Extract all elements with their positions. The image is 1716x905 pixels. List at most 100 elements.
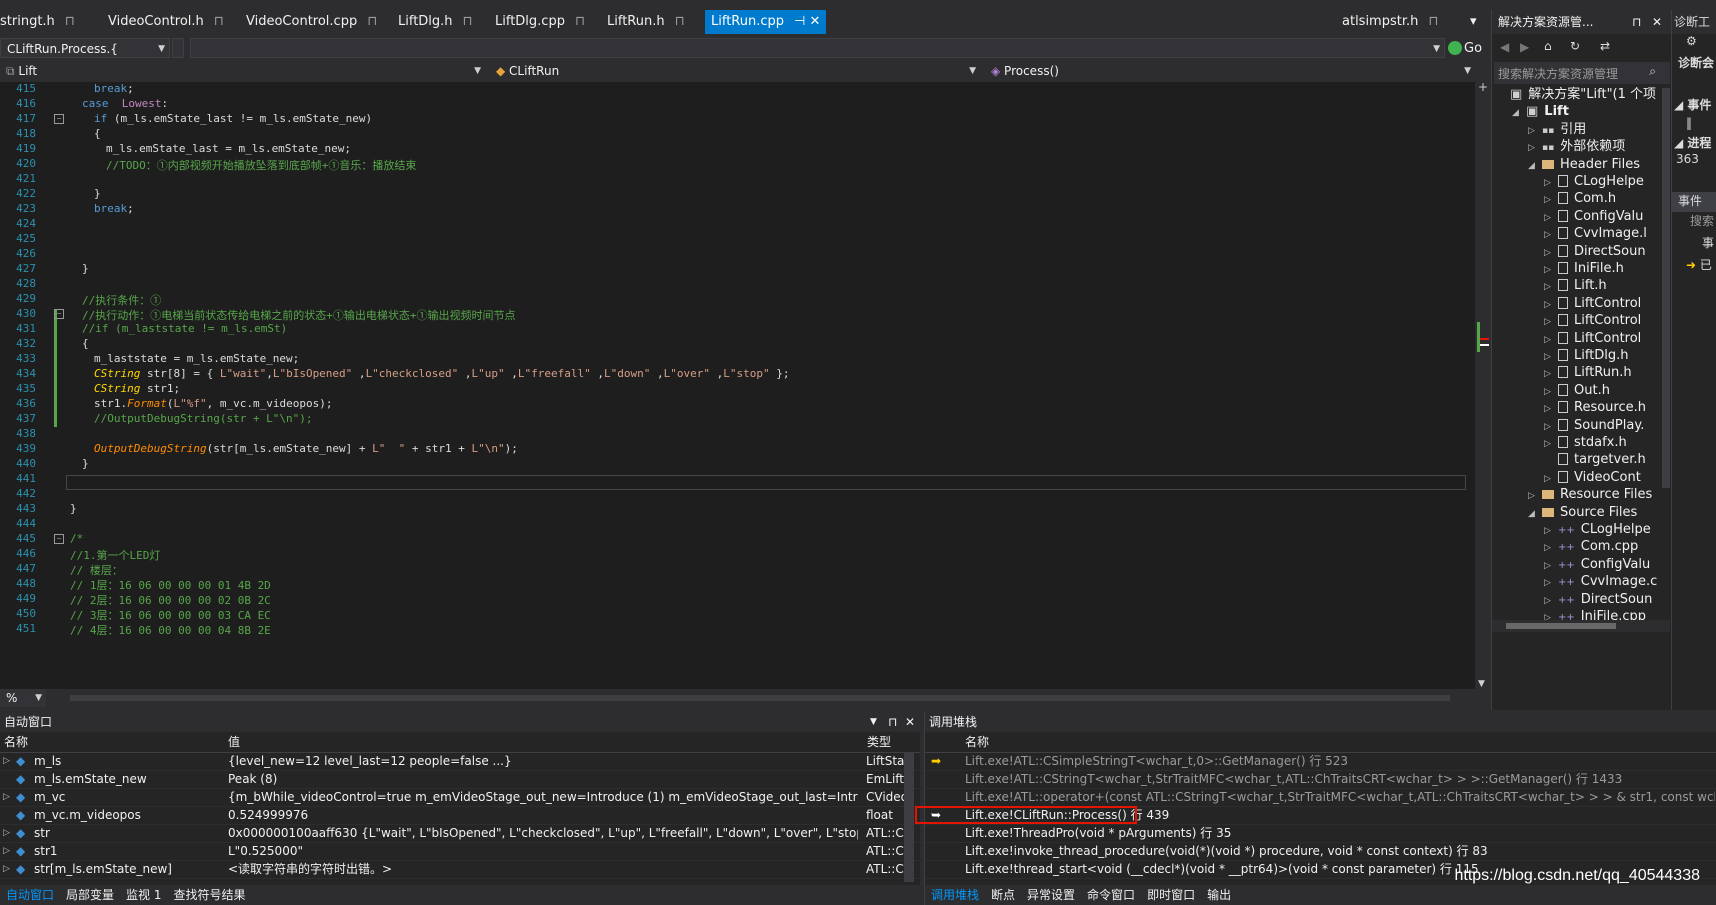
zoom-combo[interactable]: % ▼ bbox=[0, 689, 46, 707]
tree-item[interactable]: ▷ Com.h bbox=[1544, 190, 1616, 208]
close-icon[interactable]: ✕ bbox=[1652, 10, 1662, 34]
collapsed-arrow-icon[interactable]: ▷ bbox=[1544, 435, 1558, 453]
tree-item[interactable]: ▷ CvvImage.l bbox=[1544, 225, 1647, 243]
autos-tab[interactable]: 监视 1 bbox=[120, 885, 167, 905]
dropdown-icon[interactable]: ▼ bbox=[870, 712, 877, 732]
tree-item[interactable]: ▷ ▪▪ 引用 bbox=[1528, 121, 1586, 139]
collapse-icon[interactable]: − bbox=[54, 534, 64, 544]
tree-item[interactable]: ▷ DirectSoun bbox=[1544, 243, 1646, 261]
expanded-arrow-icon[interactable]: ◢ bbox=[1528, 505, 1542, 523]
callstack-tab[interactable]: 异常设置 bbox=[1021, 885, 1081, 905]
gear-icon[interactable]: ⚙ bbox=[1672, 34, 1716, 54]
collapse-icon[interactable]: − bbox=[54, 114, 64, 124]
expand-icon[interactable]: ▷ bbox=[3, 843, 10, 860]
forward-icon[interactable]: ▶ bbox=[1520, 40, 1529, 54]
tab-atlsimpstr-h[interactable]: atlsimpstr.h ⊓ bbox=[1342, 10, 1439, 34]
expand-icon[interactable]: ▷ bbox=[3, 789, 10, 806]
autos-scrollbar[interactable] bbox=[904, 752, 914, 882]
tree-vertical-scrollbar[interactable] bbox=[1662, 88, 1670, 488]
collapsed-arrow-icon[interactable]: ▷ bbox=[1544, 296, 1558, 314]
tree-item[interactable]: ▷ Resource.h bbox=[1544, 399, 1646, 417]
collapsed-arrow-icon[interactable]: ▷ bbox=[1544, 226, 1558, 244]
tree-item[interactable]: ◢ Header Files bbox=[1528, 156, 1640, 174]
tree-item[interactable]: ▷ ++ DirectSoun bbox=[1544, 591, 1652, 609]
expand-icon[interactable]: ▷ bbox=[3, 825, 10, 842]
expanded-arrow-icon[interactable]: ◢ bbox=[1512, 104, 1526, 122]
tree-item[interactable]: ▷ Out.h bbox=[1544, 382, 1610, 400]
collapsed-arrow-icon[interactable]: ▷ bbox=[1544, 261, 1558, 279]
collapsed-arrow-icon[interactable]: ▷ bbox=[1544, 400, 1558, 418]
collapsed-arrow-icon[interactable]: ▷ bbox=[1544, 383, 1558, 401]
pin-icon[interactable]: ⊓ bbox=[1428, 14, 1438, 29]
tree-item[interactable]: ▷ Lift.h bbox=[1544, 277, 1607, 295]
expand-icon[interactable]: ▷ bbox=[3, 861, 10, 878]
tree-item[interactable]: ▷ ++ CvvImage.c bbox=[1544, 573, 1657, 591]
callstack-row[interactable]: ➡ Lift.exe!ATL::CSimpleStringT<wchar_t,0>… bbox=[925, 753, 1716, 771]
autos-row[interactable]: ▷ ◆ m_ls {level_new=12 level_last=12 people… bbox=[0, 753, 920, 771]
tab-list-dropdown-icon[interactable]: ▾ bbox=[1470, 10, 1477, 34]
tree-item[interactable]: ▷ LiftDlg.h bbox=[1544, 347, 1629, 365]
collapsed-arrow-icon[interactable]: ▷ bbox=[1544, 348, 1558, 366]
collapsed-arrow-icon[interactable]: ▷ bbox=[1544, 191, 1558, 209]
callstack-row[interactable]: Lift.exe!ATL::CStringT<wchar_t,StrTraitM… bbox=[925, 771, 1716, 789]
tree-horizontal-scrollbar[interactable] bbox=[1492, 620, 1670, 632]
pin-icon[interactable]: ⊓ bbox=[65, 14, 75, 29]
tree-item[interactable]: ◢ ▣ Lift bbox=[1512, 103, 1569, 121]
callstack-tab[interactable]: 输出 bbox=[1201, 885, 1237, 905]
editor-vertical-scrollbar[interactable]: + ▼ bbox=[1475, 81, 1491, 689]
tab-videocontrol-h[interactable]: VideoControl.h ⊓ bbox=[108, 10, 224, 34]
tab-videocontrol-cpp[interactable]: VideoControl.cpp ⊓ bbox=[246, 10, 377, 34]
tree-item[interactable]: ▷ Resource Files bbox=[1528, 486, 1652, 504]
callstack-tab[interactable]: 即时窗口 bbox=[1141, 885, 1201, 905]
autos-tab[interactable]: 查找符号结果 bbox=[167, 885, 251, 905]
collapsed-arrow-icon[interactable]: ▷ bbox=[1544, 278, 1558, 296]
expand-icon[interactable]: ▷ bbox=[3, 753, 10, 770]
tab-liftrun-cpp[interactable]: LiftRun.cpp ⊣ ✕ bbox=[705, 10, 827, 34]
tree-item[interactable]: ▷ ▪▪ 外部依赖项 bbox=[1528, 138, 1625, 156]
collapsed-arrow-icon[interactable]: ▷ bbox=[1544, 174, 1558, 192]
history-icon[interactable]: ↻ bbox=[1570, 39, 1580, 53]
close-icon[interactable]: ✕ bbox=[905, 712, 915, 732]
home-icon[interactable]: ⌂ bbox=[1544, 39, 1552, 53]
autos-row[interactable]: ▷ ◆ str[m_ls.emState_new] <读取字符串的字符时出错。> ATL… bbox=[0, 861, 920, 879]
collapsed-arrow-icon[interactable]: ▷ bbox=[1544, 209, 1558, 227]
collapsed-arrow-icon[interactable]: ▷ bbox=[1544, 557, 1558, 575]
collapsed-arrow-icon[interactable]: ▷ bbox=[1544, 470, 1558, 488]
tree-item[interactable]: ▣ 解决方案"Lift"(1 个项 bbox=[1496, 86, 1656, 104]
pin-icon[interactable]: ⊓ bbox=[675, 14, 685, 29]
expanded-arrow-icon[interactable]: ◢ bbox=[1528, 157, 1542, 175]
tree-item[interactable]: targetver.h bbox=[1544, 451, 1646, 469]
project-combo[interactable]: ⧉ Lift ▼ bbox=[0, 61, 485, 81]
collapsed-arrow-icon[interactable]: ▷ bbox=[1544, 331, 1558, 349]
code-editor[interactable]: 415 break; 416 case Lowest: 417 if (m_ls.emSt… bbox=[0, 82, 1475, 689]
collapsed-arrow-icon[interactable]: ▷ bbox=[1528, 139, 1542, 157]
callstack-row[interactable]: Lift.exe!ATL::operator+(const ATL::CStri… bbox=[925, 789, 1716, 807]
collapsed-arrow-icon[interactable]: ▷ bbox=[1544, 592, 1558, 610]
tree-item[interactable]: ▷ stdafx.h bbox=[1544, 434, 1627, 452]
method-combo[interactable]: ◈ Process() ▼ bbox=[985, 61, 1475, 81]
class-combo[interactable]: ◆ CLiftRun ▼ bbox=[490, 61, 980, 81]
collapsed-arrow-icon[interactable]: ▷ bbox=[1544, 365, 1558, 383]
collapse-icon[interactable]: − bbox=[54, 309, 64, 319]
pin-icon[interactable]: ⊓ bbox=[463, 14, 473, 29]
pin-icon[interactable]: ⊓ bbox=[575, 14, 585, 29]
collapsed-arrow-icon[interactable]: ▷ bbox=[1544, 574, 1558, 592]
tree-item[interactable]: ▷ CLogHelpe bbox=[1544, 173, 1644, 191]
horizontal-scrollbar[interactable] bbox=[70, 695, 1450, 701]
pin-icon[interactable]: ⊓ bbox=[214, 14, 224, 29]
autos-row[interactable]: ▷ ◆ m_vc {m_bWhile_videoControl=true m_emVi… bbox=[0, 789, 920, 807]
collapsed-arrow-icon[interactable]: ▷ bbox=[1528, 487, 1542, 505]
tree-item[interactable]: ▷ ++ ConfigValu bbox=[1544, 556, 1650, 574]
close-icon[interactable]: ⊣ ✕ bbox=[794, 14, 820, 29]
tree-item[interactable]: ▷ SoundPlay. bbox=[1544, 417, 1644, 435]
callstack-row[interactable]: Lift.exe!invoke_thread_procedure(void(*)… bbox=[925, 843, 1716, 861]
callstack-tab[interactable]: 断点 bbox=[985, 885, 1021, 905]
collapsed-arrow-icon[interactable]: ▷ bbox=[1544, 418, 1558, 436]
autos-row[interactable]: ◆ m_vc.m_videopos 0.524999976 float bbox=[0, 807, 920, 825]
collapsed-arrow-icon[interactable]: ▷ bbox=[1544, 539, 1558, 557]
go-button[interactable]: Go bbox=[1448, 38, 1482, 58]
collapsed-arrow-icon[interactable]: ▷ bbox=[1544, 522, 1558, 540]
tab-liftrun-h[interactable]: LiftRun.h ⊓ bbox=[607, 10, 685, 34]
tree-item[interactable]: ▷ LiftControl bbox=[1544, 330, 1641, 348]
tree-item[interactable]: ▷ LiftControl bbox=[1544, 312, 1641, 330]
